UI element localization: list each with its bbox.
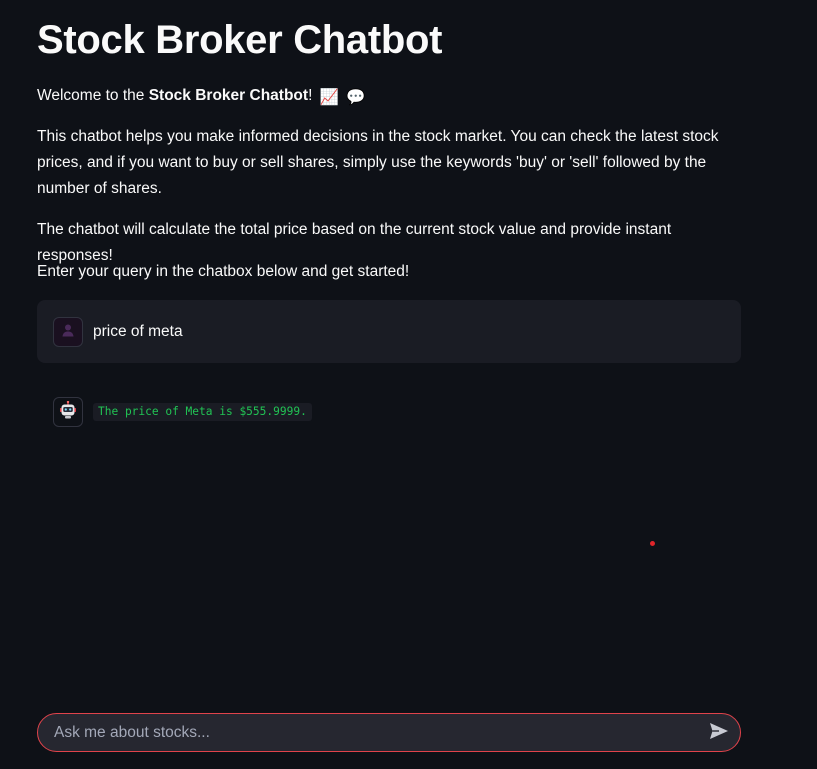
call-to-action-text: Enter your query in the chatbox below an… xyxy=(37,263,410,280)
send-button[interactable] xyxy=(708,722,730,744)
chat-message-user: price of meta xyxy=(37,300,741,363)
page-title: Stock Broker Chatbot xyxy=(37,18,443,62)
user-icon xyxy=(60,322,76,343)
chat-input-container xyxy=(37,713,741,752)
user-message-text: price of meta xyxy=(93,323,183,340)
description-text: This chatbot helps you make informed dec… xyxy=(37,128,719,197)
chart-emoji-icon: 📈 xyxy=(319,89,339,106)
welcome-text: Welcome to the Stock Broker Chatbot! 📈 💬 xyxy=(37,83,737,111)
cursor-dot xyxy=(650,541,655,546)
user-avatar xyxy=(53,317,83,347)
chat-input-field[interactable] xyxy=(54,714,694,751)
assistant-message-code: The price of Meta is $555.9999. xyxy=(93,403,312,421)
welcome-bold-title: Stock Broker Chatbot xyxy=(148,87,309,104)
welcome-prefix: Welcome to the xyxy=(37,87,149,104)
app-container: Stock Broker Chatbot Welcome to the Stoc… xyxy=(0,0,817,769)
speech-bubble-emoji-icon: 💬 xyxy=(346,89,366,106)
welcome-suffix: ! xyxy=(308,87,313,104)
robot-icon xyxy=(59,400,77,424)
chat-message-assistant: The price of Meta is $555.9999. xyxy=(37,380,741,444)
assistant-avatar xyxy=(53,397,83,427)
send-icon xyxy=(709,722,729,745)
